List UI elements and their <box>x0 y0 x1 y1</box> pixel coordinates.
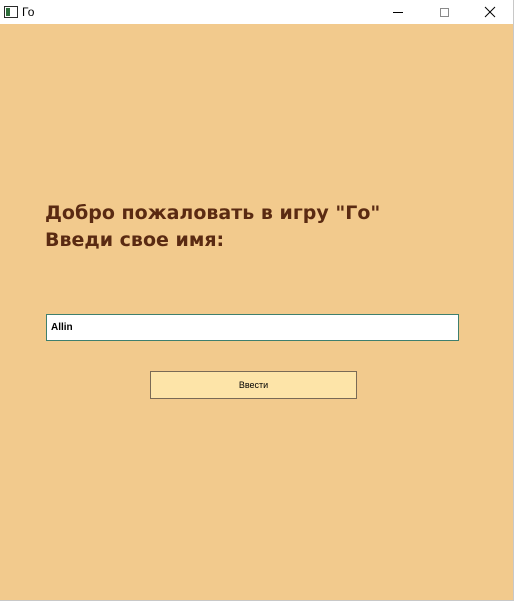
name-input[interactable] <box>46 314 459 341</box>
close-button[interactable] <box>467 0 513 24</box>
minimize-button[interactable] <box>375 0 421 24</box>
app-window: Го Добро пожаловать в игру "Го" Введи св… <box>0 0 514 601</box>
name-prompt: Введи свое имя: <box>45 229 225 251</box>
main-content: Добро пожаловать в игру "Го" Введи свое … <box>0 24 513 600</box>
app-icon <box>4 6 18 18</box>
maximize-icon <box>439 7 449 17</box>
title-bar[interactable]: Го <box>0 0 513 24</box>
submit-button[interactable]: Ввести <box>150 371 357 399</box>
window-controls <box>375 0 513 24</box>
minimize-icon <box>393 11 403 13</box>
maximize-button[interactable] <box>421 0 467 24</box>
close-icon <box>484 6 496 18</box>
welcome-heading: Добро пожаловать в игру "Го" Введи свое … <box>45 200 380 254</box>
welcome-line-1: Добро пожаловать в игру "Го" <box>45 202 381 224</box>
window-title: Го <box>22 5 35 19</box>
